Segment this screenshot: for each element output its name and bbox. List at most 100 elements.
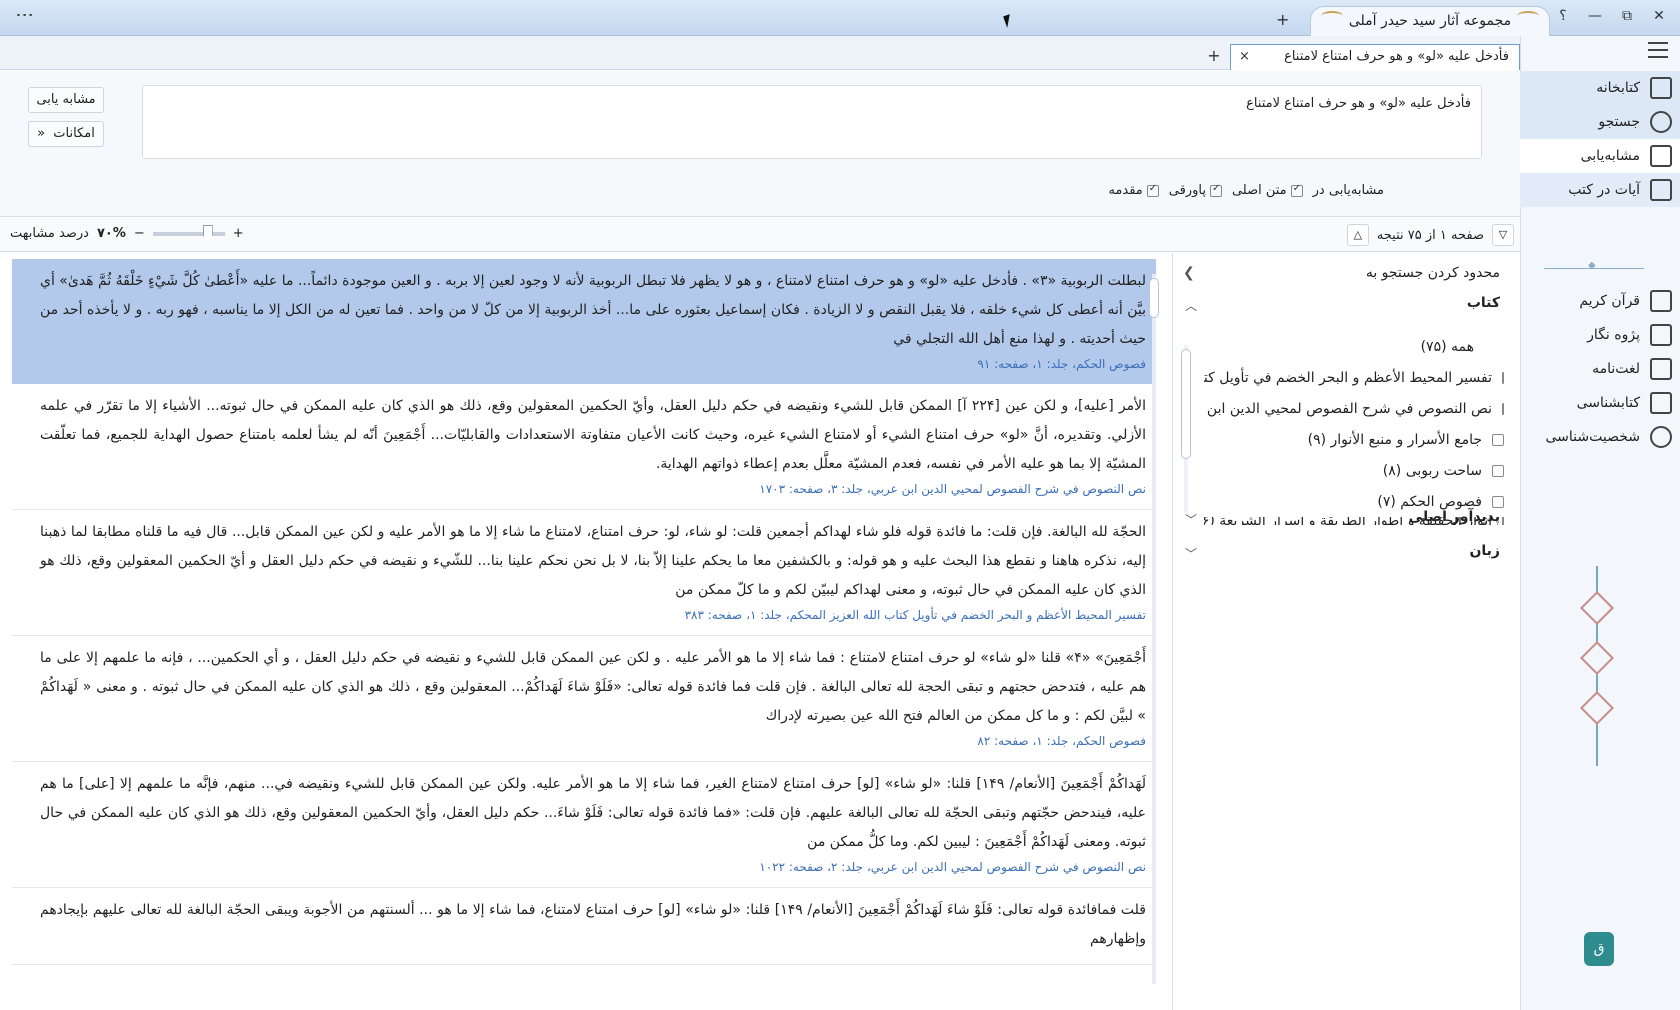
result-source[interactable]: نص النصوص في شرح الفصوص لمحيي الدين ابن … [40, 479, 1146, 499]
sidebar-item-label: جستجو [1598, 114, 1640, 130]
window-tab-title: مجموعه آثار سید حیدر آملی [1348, 13, 1512, 29]
hamburger-menu-icon[interactable] [1648, 42, 1668, 58]
similarity-increase-button[interactable]: + [233, 226, 244, 241]
sidebar-item-label: لغت‌نامه [1592, 361, 1640, 377]
main-text-checkbox[interactable]: متن اصلی [1232, 183, 1303, 198]
author-section-title[interactable]: پدیدآور اصلی [1409, 509, 1500, 525]
help-button[interactable]: ؟ [1554, 8, 1572, 24]
dictionary-icon [1650, 358, 1672, 380]
result-item[interactable]: الحجّة لله البالغة. فإن قلت: ما فائدة قو… [12, 510, 1156, 636]
scroll-thumb[interactable] [1149, 278, 1159, 318]
result-text: لَهَداكُمْ أَجْمَعِينَ [الأنعام/ ۱۴۹] قل… [40, 776, 1146, 850]
result-text: لبطلت الربوبية «۳» . فأدخل عليه «لو» و ه… [40, 273, 1146, 347]
filter-panel: ❯ محدود کردن جستجو به کتاب ︿ همه (۷۵) تف… [1172, 253, 1520, 1010]
book-filter-item[interactable]: جامع الأسرار و منبع الأنوار (۹) [1204, 424, 1504, 455]
checkbox-icon[interactable] [1492, 464, 1504, 477]
book-filter-label: نص النصوص في شرح الفصوص لمحيي الدين ابن … [1204, 400, 1492, 417]
checkbox-icon[interactable] [1502, 517, 1504, 525]
result-source[interactable]: فصوص الحكم، جلد: ۱، صفحه: ۸۲ [40, 731, 1146, 751]
divider-ornament-icon [1544, 260, 1644, 278]
search-tab-title: فأدخل علیه «لو» و هو حرف امتناع لامتناع [1284, 49, 1509, 64]
sidebar-item-label: کتابشناسی [1576, 395, 1640, 411]
book-filter-label: فصوص الحکم (۷) [1377, 493, 1482, 510]
double-chevron-up-icon: « [37, 126, 46, 141]
decorative-ornament-icon [1580, 566, 1614, 766]
app-logo-icon: ق [1584, 932, 1614, 966]
sidebar-item-search[interactable]: جستجو [1520, 105, 1680, 139]
filter-header: محدود کردن جستجو به [1365, 265, 1500, 281]
book-filter-all[interactable]: همه (۷۵) [1204, 331, 1504, 362]
collapse-panel-chevron-icon[interactable]: ❯ [1183, 265, 1195, 281]
result-source[interactable]: تفسير المحيط الأعظم و البحر الخضم في تأو… [40, 605, 1146, 625]
sidebar-item-label: مشابه‌یابی [1580, 148, 1640, 164]
window-tab[interactable]: مجموعه آثار سید حیدر آملی [1310, 6, 1550, 36]
sidebar-item-label: قرآن کریم [1579, 293, 1640, 309]
similarity-slider[interactable] [152, 224, 225, 241]
title-bar: ⋮ + مجموعه آثار سید حیدر آملی ؟ — ⧉ ✕ [0, 0, 1680, 36]
scroll-track[interactable] [1152, 274, 1156, 984]
sidebar-item-quran[interactable]: قرآن کریم [1520, 284, 1680, 318]
checkbox-icon[interactable] [1502, 371, 1504, 384]
footnote-label: پاورقی [1168, 183, 1206, 198]
checkbox-icon[interactable] [1502, 402, 1504, 415]
books-chevron-up-icon[interactable]: ︿ [1185, 297, 1197, 314]
result-item[interactable]: أَجْمَعِينَ» «۴» قلنا «لو شاء» لو حرف ام… [12, 636, 1156, 762]
options-button-label: امکانات [53, 126, 95, 141]
result-item[interactable]: لبطلت الربوبية «۳» . فأدخل عليه «لو» و ه… [12, 259, 1156, 384]
similarity-decrease-button[interactable]: − [134, 226, 145, 241]
book-filter-label: ساحت ربوبی (۸) [1382, 462, 1482, 479]
sidebar-item-verses[interactable]: آیات در کتب [1520, 173, 1680, 207]
checkbox-icon[interactable] [1492, 495, 1504, 508]
close-tab-icon[interactable]: × [1239, 45, 1250, 69]
sidebar-item-similar[interactable]: مشابه‌یابی [1520, 139, 1680, 173]
intro-checkbox[interactable]: مقدمه [1108, 183, 1159, 198]
footnote-checkbox[interactable]: پاورقی [1169, 183, 1222, 198]
language-chevron-down-icon[interactable]: ﹀ [1185, 545, 1197, 562]
mouse-cursor-icon [1003, 14, 1014, 28]
slider-thumb[interactable] [202, 224, 213, 241]
sidebar-item-bibliography[interactable]: کتابشناسی [1520, 386, 1680, 420]
restore-button[interactable]: ⧉ [1618, 8, 1636, 24]
query-input[interactable]: فأدخل علیه «لو» و هو حرف امتناع لامتناع [142, 85, 1482, 159]
checkbox-icon[interactable] [1492, 433, 1504, 446]
next-page-chevron-down-icon[interactable]: ▽ [1492, 224, 1514, 246]
app-menu-icon[interactable]: ⋮ [14, 6, 35, 22]
main-text-label: متن اصلی [1231, 183, 1287, 198]
new-window-tab-button[interactable]: + [1276, 10, 1289, 29]
library-icon [1650, 77, 1672, 99]
prev-page-chevron-up-icon[interactable]: △ [1346, 224, 1369, 246]
search-tab[interactable]: فأدخل علیه «لو» و هو حرف امتناع لامتناع … [1230, 44, 1520, 70]
checkbox-icon [1146, 183, 1159, 197]
language-section-title[interactable]: زبان [1469, 543, 1500, 559]
result-source[interactable]: فصوص الحكم، جلد: ۱، صفحه: ۹۱ [40, 354, 1146, 374]
results-scrollbar[interactable] [1148, 264, 1160, 994]
close-button[interactable]: ✕ [1650, 8, 1668, 24]
books-section-title[interactable]: کتاب [1467, 295, 1500, 311]
result-text: الأمر [عليه]، و لكن عين [۲۲۴ آ] الممكن ق… [40, 398, 1146, 472]
sidebar-item-library[interactable]: کتابخانه [1520, 71, 1680, 105]
book-filter-item[interactable]: تفسیر المحیط الأعظم و البحر الخضم في تأو… [1204, 362, 1504, 393]
similar-search-button[interactable]: مشابه یابی [28, 87, 104, 113]
similarity-label: درصد مشابهت [10, 226, 89, 241]
notes-icon [1650, 324, 1672, 346]
search-panel: فأدخل علیه «لو» و هو حرف امتناع لامتناع … [0, 71, 1520, 217]
sidebar-item-notes[interactable]: پژوه نگار [1520, 318, 1680, 352]
books-scrollbar[interactable] [1181, 335, 1193, 521]
scroll-thumb[interactable] [1181, 349, 1191, 459]
sidebar-nav: کتابخانه جستجو مشابه‌یابی آیات در کتب [1520, 71, 1680, 207]
book-filter-item[interactable]: ساحت ربوبی (۸) [1204, 455, 1504, 486]
author-chevron-down-icon[interactable]: ﹀ [1185, 511, 1197, 528]
result-item[interactable]: قلت فمافائدة قوله تعالى: فَلَوْ شاءَ لَه… [12, 888, 1156, 965]
result-source[interactable]: نص النصوص في شرح الفصوص لمحيي الدين ابن … [40, 857, 1146, 877]
person-icon [1650, 426, 1672, 448]
book-filter-item[interactable]: نص النصوص في شرح الفصوص لمحيي الدين ابن … [1204, 393, 1504, 424]
minimize-button[interactable]: — [1586, 8, 1604, 24]
window-controls: ؟ — ⧉ ✕ [1554, 8, 1668, 24]
add-tab-button[interactable]: + [1204, 46, 1224, 66]
result-item[interactable]: الأمر [عليه]، و لكن عين [۲۲۴ آ] الممكن ق… [12, 384, 1156, 510]
sidebar-item-dictionary[interactable]: لغت‌نامه [1520, 352, 1680, 386]
sidebar-item-persons[interactable]: شخصیت‌شناسی [1520, 420, 1680, 454]
result-item[interactable]: لَهَداكُمْ أَجْمَعِينَ [الأنعام/ ۱۴۹] قل… [12, 762, 1156, 888]
book-filter-label: همه (۷۵) [1420, 338, 1474, 355]
options-button[interactable]: امکانات « [28, 121, 104, 147]
